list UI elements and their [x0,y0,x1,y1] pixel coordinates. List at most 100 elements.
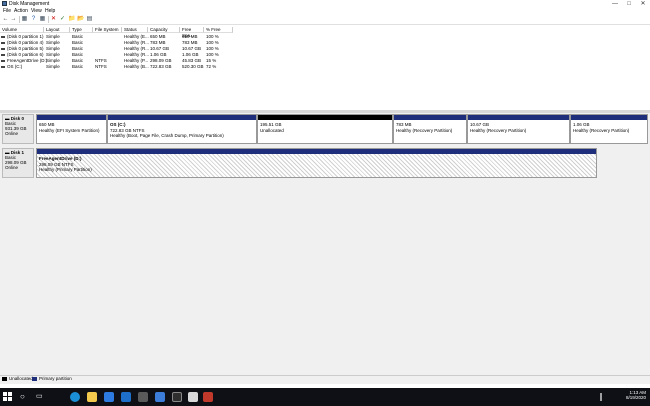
active-app-icon[interactable] [203,392,213,402]
cell-text: OS (C:) [7,64,23,69]
list-view-icon[interactable]: ▤ [86,16,93,23]
cell-text: 100 % [206,52,219,57]
partition-disk1-freeagent[interactable]: FreeAgentDrive (D:) 298.09 GB NTFS Healthy… [36,148,597,178]
cell-text: 100 % [206,34,219,39]
explore-folder-icon[interactable]: 📂 [77,16,84,23]
explorer-icon[interactable] [87,392,97,402]
column-header-volume[interactable]: Volume [0,27,44,33]
partition-status: Healthy (Recovery Partition) [573,127,630,133]
windows-icon[interactable] [3,392,12,401]
terminal-icon[interactable] [172,392,182,402]
partition-status: Healthy (EFI System Partition) [39,127,100,133]
close-button[interactable]: ✕ [636,0,650,8]
cell-text: Healthy (B... [124,64,149,69]
partition-disk0-recovery-1[interactable]: 783 MB Healthy (Recovery Partition) [393,114,467,144]
primary-partition-bar [468,115,569,120]
cell-text: 783 MB [182,40,198,45]
column-header-file-system[interactable]: File System [93,27,122,33]
window-title: Disk Management [9,1,50,7]
partition-status: Unallocated [260,127,284,133]
edge-icon[interactable] [70,392,80,402]
cell-capacity: 722.83 GB [148,64,182,70]
cell-text: Basic [72,64,84,69]
disk-0-label[interactable]: ▬ Disk 0 Basic 931.39 GB Online [2,114,34,144]
check-icon[interactable]: ✓ [59,16,66,23]
title-bar: Disk Management [0,0,650,8]
volume-icon [1,60,5,62]
cell-text: Healthy (R... [124,40,150,45]
partition-size: 195.51 GB [260,122,282,127]
disk-1-label[interactable]: ▬ Disk 1 Basic 298.09 GB Online [2,148,34,178]
cell-text: 520.30 GB [182,64,204,69]
back-icon[interactable]: ← [2,16,9,23]
partition-status: Healthy (Boot, Page File, Crash Dump, Pr… [110,133,224,138]
cell-text: Simple [46,64,60,69]
cell-text: 650 MB [150,34,166,39]
task-view-icon[interactable]: ▭ [36,392,46,402]
forward-icon[interactable]: → [10,16,17,23]
cell-text: 45.83 GB [182,58,202,63]
app-icon[interactable] [188,392,198,402]
cell-text: NTFS [95,58,107,63]
search-icon[interactable]: ○ [20,392,30,402]
primary-partition-bar [394,115,466,120]
volume-row[interactable]: OS (C:) Simple Basic NTFS Healthy (B... 722.8… [0,64,650,70]
column-header-free-space[interactable]: Free Spa... [180,27,204,38]
cell-text: 15 % [206,58,217,63]
column-header-percent-free[interactable]: % Free [204,27,233,33]
cell-file-system: NTFS [93,64,124,70]
toolbar-separator [19,16,20,23]
cell-text: Simple [46,34,60,39]
column-header-capacity[interactable]: Capacity [148,27,180,33]
cell-text: (Disk 0 partition 4) [7,40,44,45]
cell-text: Basic [72,34,84,39]
volume-icon [1,36,5,38]
help-icon[interactable]: ? [30,16,37,23]
delete-icon[interactable]: ✕ [50,16,57,23]
cell-text: 72 % [206,64,217,69]
primary-partition-bar [37,149,596,154]
primary-partition-bar [108,115,256,120]
photos-icon[interactable] [155,392,165,402]
cell-percent-free: 72 % [204,64,235,70]
menu-file[interactable]: File [3,8,11,15]
console-tree-icon[interactable]: ▦ [21,16,28,23]
taskbar [0,388,650,406]
tray-icon[interactable] [600,393,602,401]
volume-icon [1,66,5,68]
toolbar-separator [48,16,49,23]
mail-icon[interactable] [121,392,131,402]
cell-text: Healthy (P... [124,58,149,63]
column-header-type[interactable]: Type [70,27,93,33]
cell-text: Simple [46,46,60,51]
maximize-button[interactable]: □ [622,0,636,8]
cell-status: Healthy (B... [122,64,150,70]
properties-icon[interactable]: ▦ [39,16,46,23]
partition-disk0-recovery-2[interactable]: 10.67 GB Healthy (Recovery Partition) [467,114,570,144]
cell-text: 298.09 GB [150,58,172,63]
clock[interactable]: 1:13 AM 8/19/2020 [608,390,646,400]
legend-bar [0,375,650,384]
menu-action[interactable]: Action [14,8,28,15]
cell-text: 100 % [206,46,219,51]
partition-disk0-os[interactable]: OS (C:) 722.83 GB NTFS Healthy (Boot, Page… [107,114,257,144]
minimize-button[interactable]: — [608,0,622,8]
primary-partition-bar [571,115,647,120]
legend-swatch-unallocated [2,377,7,381]
column-header-status[interactable]: Status [122,27,148,33]
cell-text: 1.06 GB [182,52,199,57]
settings-icon[interactable] [138,392,148,402]
partition-status: Healthy (Primary Partition) [39,167,92,172]
partition-disk0-unallocated[interactable]: 195.51 GB Unallocated [257,114,393,144]
primary-partition-bar [37,115,106,120]
store-icon[interactable] [104,392,114,402]
menu-view[interactable]: View [31,8,42,15]
partition-disk0-recovery-3[interactable]: 1.06 GB Healthy (Recovery Partition) [570,114,648,144]
open-folder-icon[interactable]: 📁 [68,16,75,23]
menu-help[interactable]: Help [45,8,55,15]
legend-label-unallocated: Unallocated [9,376,33,381]
partition-disk0-efi[interactable]: 650 MB Healthy (EFI System Partition) [36,114,107,144]
column-header-layout[interactable]: Layout [44,27,70,33]
unallocated-bar [258,115,392,120]
cell-text: 722.83 GB [150,64,172,69]
